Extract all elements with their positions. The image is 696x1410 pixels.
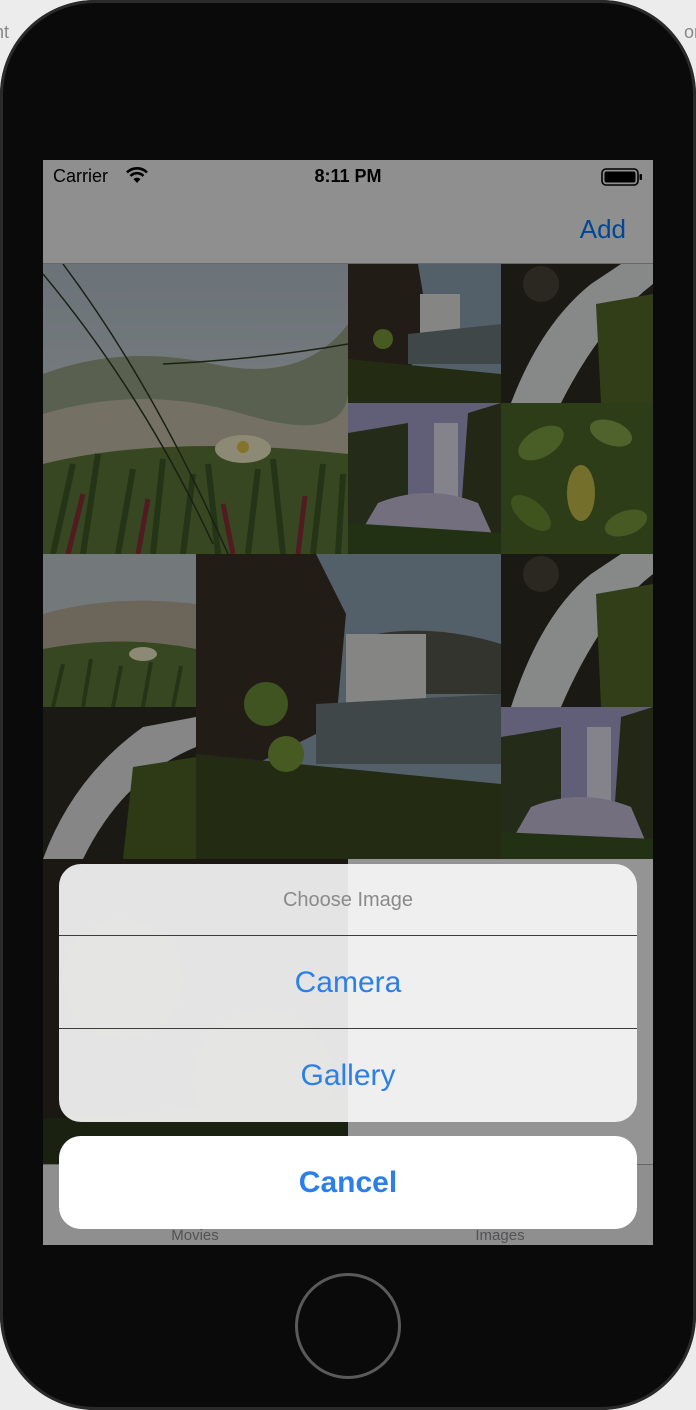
action-sheet: Choose Image Camera Gallery [59,864,637,1122]
action-sheet-title: Choose Image [59,864,637,936]
gallery-button[interactable]: Gallery [59,1029,637,1122]
home-button[interactable] [295,1273,401,1379]
camera-button[interactable]: Camera [59,936,637,1029]
app-screen: Carrier 8:11 PM Add Movies Images Choose… [43,160,653,1245]
phone-frame: Carrier 8:11 PM Add Movies Images Choose… [0,0,696,1410]
background-text-right: or [683,22,696,42]
background-text-left: nt [0,22,10,42]
cancel-button[interactable]: Cancel [59,1136,637,1229]
